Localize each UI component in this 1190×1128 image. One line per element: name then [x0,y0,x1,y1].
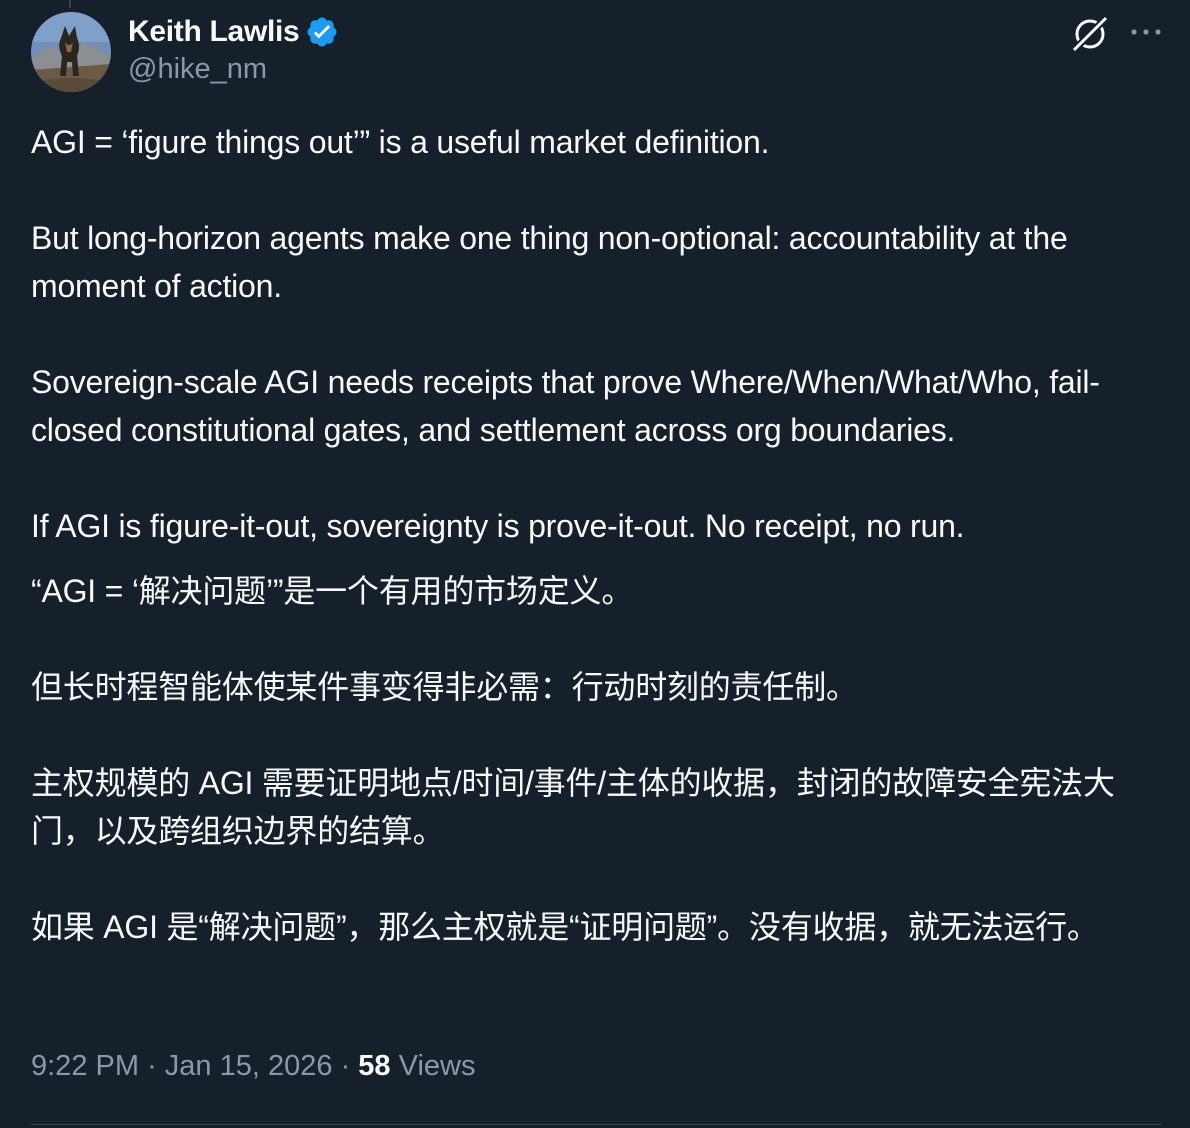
verified-badge-icon[interactable] [305,15,339,49]
divider [31,1124,1162,1125]
meta-separator: · [147,1050,157,1082]
thread-connector-line [69,0,71,8]
author-block: Keith Lawlis @hike_nm [128,13,339,86]
tweet-paragraph-zh: 如果 AGI 是“解决问题”，那么主权就是“证明问题”。没有收据，就无法运行。 [31,909,1099,945]
tweet-paragraph-zh: 但长时程智能体使某件事变得非必需：行动时刻的责任制。 [31,669,858,705]
views-count[interactable]: 58 [358,1050,390,1082]
tweet-translation-block: “AGI = ‘解决问题’”是一个有用的市场定义。 但长时程智能体使某件事变得非… [31,567,1171,951]
tweet-time[interactable]: 9:22 PM [31,1050,139,1082]
avatar[interactable] [31,12,111,92]
tweet-text: AGI = ‘figure things out’” is a useful m… [31,118,1171,951]
author-display-name[interactable]: Keith Lawlis [128,15,300,49]
tweet-paragraph: AGI = ‘figure things out’” is a useful m… [31,124,770,160]
tweet-paragraph-zh: 主权规模的 AGI 需要证明地点/时间/事件/主体的收据，封闭的故障安全宪法大门… [31,765,1115,849]
avatar-image [31,12,111,92]
author-handle[interactable]: @hike_nm [128,53,339,86]
name-row: Keith Lawlis [128,13,339,51]
tweet-paragraph: But long-horizon agents make one thing n… [31,220,1077,304]
tweet-paragraph: If AGI is figure-it-out, sovereignty is … [31,508,965,544]
tweet-date[interactable]: Jan 15, 2026 [165,1050,333,1082]
tweet-paragraph: Sovereign-scale AGI needs receipts that … [31,364,1100,448]
meta-separator: · [340,1050,351,1082]
tweet-paragraph-zh: “AGI = ‘解决问题’”是一个有用的市场定义。 [31,573,634,609]
grok-icon[interactable] [1068,12,1112,56]
tweet-meta: 9:22 PM · Jan 15, 2026 · 58 Views [31,1050,475,1083]
views-label: Views [398,1050,476,1082]
more-options-icon[interactable] [1124,14,1168,50]
